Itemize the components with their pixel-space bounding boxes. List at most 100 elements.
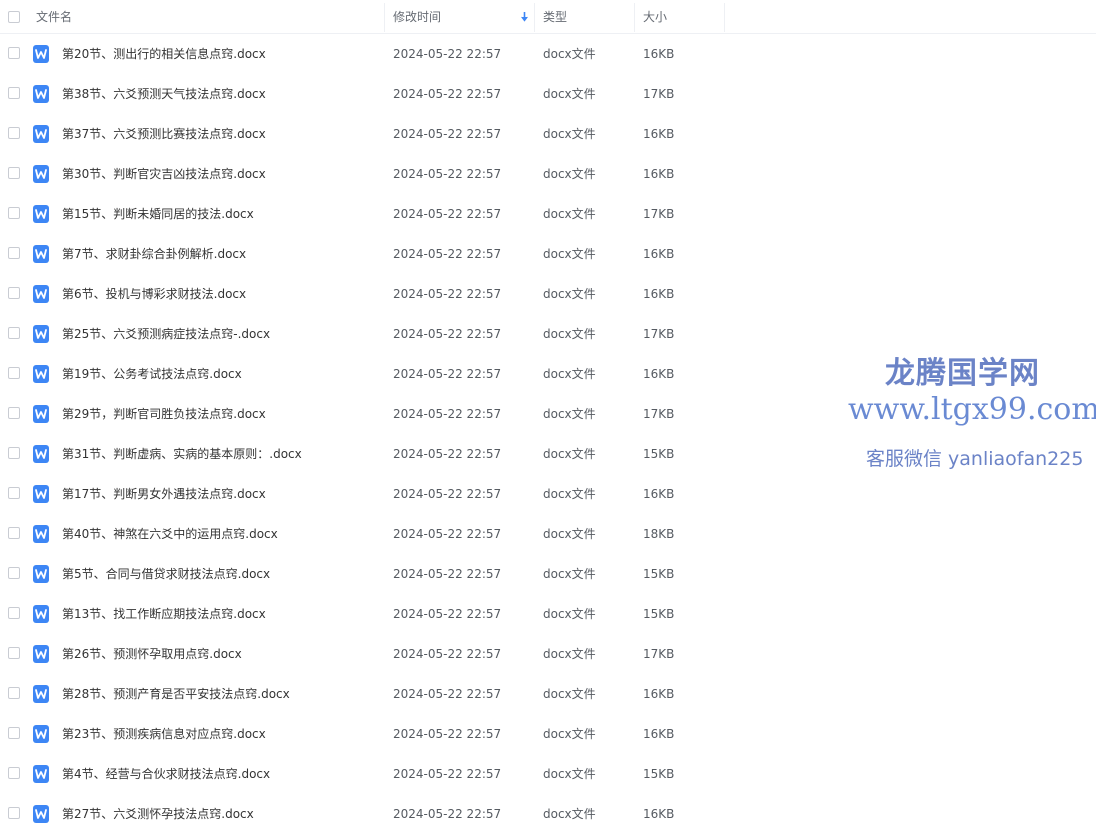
file-size: 18KB: [643, 527, 675, 541]
column-header-name[interactable]: 文件名: [36, 3, 385, 32]
file-name[interactable]: 第26节、预测怀孕取用点窍.docx: [62, 634, 242, 674]
file-name[interactable]: 第17节、判断男女外遇技法点窍.docx: [62, 474, 266, 514]
file-name[interactable]: 第19节、公务考试技法点窍.docx: [62, 354, 242, 394]
row-checkbox[interactable]: [8, 87, 20, 99]
file-size: 16KB: [643, 487, 675, 501]
file-name[interactable]: 第13节、找工作断应期技法点窍.docx: [62, 594, 266, 634]
word-doc-icon: [33, 125, 49, 143]
file-size: 15KB: [643, 767, 675, 781]
file-name[interactable]: 第6节、投机与博彩求财技法.docx: [62, 274, 246, 314]
row-checkbox[interactable]: [8, 127, 20, 139]
file-row[interactable]: 第17节、判断男女外遇技法点窍.docx 2024-05-22 22:57 docx…: [0, 474, 1096, 514]
row-checkbox[interactable]: [8, 287, 20, 299]
word-doc-icon: [33, 45, 49, 63]
file-type: docx文件: [543, 647, 596, 661]
row-checkbox[interactable]: [8, 407, 20, 419]
row-checkbox[interactable]: [8, 367, 20, 379]
row-checkbox[interactable]: [8, 527, 20, 539]
file-type: docx文件: [543, 327, 596, 341]
file-list: 第20节、测出行的相关信息点窍.docx 2024-05-22 22:57 docx…: [0, 34, 1096, 834]
file-size: 16KB: [643, 247, 675, 261]
file-size: 15KB: [643, 607, 675, 621]
file-name[interactable]: 第37节、六爻预测比赛技法点窍.docx: [62, 114, 266, 154]
file-type: docx文件: [543, 407, 596, 421]
file-name[interactable]: 第27节、六爻测怀孕技法点窍.docx: [62, 794, 254, 834]
file-name[interactable]: 第15节、判断未婚同居的技法.docx: [62, 194, 254, 234]
word-doc-icon: [33, 245, 49, 263]
file-modified-time: 2024-05-22 22:57: [393, 527, 502, 541]
file-size: 16KB: [643, 167, 675, 181]
file-name[interactable]: 第38节、六爻预测天气技法点窍.docx: [62, 74, 266, 114]
file-row[interactable]: 第28节、预测产育是否平安技法点窍.docx 2024-05-22 22:57 do…: [0, 674, 1096, 714]
file-modified-time: 2024-05-22 22:57: [393, 447, 502, 461]
row-checkbox[interactable]: [8, 207, 20, 219]
file-name[interactable]: 第23节、预测疾病信息对应点窍.docx: [62, 714, 266, 754]
row-checkbox[interactable]: [8, 607, 20, 619]
file-name[interactable]: 第20节、测出行的相关信息点窍.docx: [62, 34, 266, 74]
file-type: docx文件: [543, 47, 596, 61]
arrow-down-icon[interactable]: [521, 12, 528, 22]
row-checkbox[interactable]: [8, 247, 20, 259]
file-row[interactable]: 第23节、预测疾病信息对应点窍.docx 2024-05-22 22:57 docx…: [0, 714, 1096, 754]
file-row[interactable]: 第6节、投机与博彩求财技法.docx 2024-05-22 22:57 docx文件…: [0, 274, 1096, 314]
file-modified-time: 2024-05-22 22:57: [393, 287, 502, 301]
row-checkbox[interactable]: [8, 687, 20, 699]
file-name[interactable]: 第31节、判断虚病、实病的基本原则：.docx: [62, 434, 302, 474]
file-row[interactable]: 第4节、经营与合伙求财技法点窍.docx 2024-05-22 22:57 docx…: [0, 754, 1096, 794]
file-row[interactable]: 第27节、六爻测怀孕技法点窍.docx 2024-05-22 22:57 docx文…: [0, 794, 1096, 834]
file-size: 17KB: [643, 647, 675, 661]
file-row[interactable]: 第38节、六爻预测天气技法点窍.docx 2024-05-22 22:57 docx…: [0, 74, 1096, 114]
file-modified-time: 2024-05-22 22:57: [393, 567, 502, 581]
row-checkbox[interactable]: [8, 447, 20, 459]
file-row[interactable]: 第20节、测出行的相关信息点窍.docx 2024-05-22 22:57 docx…: [0, 34, 1096, 74]
file-row[interactable]: 第40节、神煞在六爻中的运用点窍.docx 2024-05-22 22:57 doc…: [0, 514, 1096, 554]
file-name[interactable]: 第30节、判断官灾吉凶技法点窍.docx: [62, 154, 266, 194]
file-modified-time: 2024-05-22 22:57: [393, 207, 502, 221]
row-checkbox[interactable]: [8, 807, 20, 819]
file-type: docx文件: [543, 167, 596, 181]
file-type: docx文件: [543, 487, 596, 501]
file-row[interactable]: 第30节、判断官灾吉凶技法点窍.docx 2024-05-22 22:57 docx…: [0, 154, 1096, 194]
file-name[interactable]: 第25节、六爻预测病症技法点窍-.docx: [62, 314, 270, 354]
file-modified-time: 2024-05-22 22:57: [393, 127, 502, 141]
word-doc-icon: [33, 565, 49, 583]
file-row[interactable]: 第26节、预测怀孕取用点窍.docx 2024-05-22 22:57 docx文件…: [0, 634, 1096, 674]
file-row[interactable]: 第37节、六爻预测比赛技法点窍.docx 2024-05-22 22:57 docx…: [0, 114, 1096, 154]
row-checkbox[interactable]: [8, 647, 20, 659]
file-name[interactable]: 第4节、经营与合伙求财技法点窍.docx: [62, 754, 270, 794]
row-checkbox[interactable]: [8, 327, 20, 339]
file-row[interactable]: 第13节、找工作断应期技法点窍.docx 2024-05-22 22:57 docx…: [0, 594, 1096, 634]
column-header-size[interactable]: 大小: [635, 3, 725, 32]
file-row[interactable]: 第5节、合同与借贷求财技法点窍.docx 2024-05-22 22:57 docx…: [0, 554, 1096, 594]
file-row[interactable]: 第15节、判断未婚同居的技法.docx 2024-05-22 22:57 docx文…: [0, 194, 1096, 234]
file-name[interactable]: 第40节、神煞在六爻中的运用点窍.docx: [62, 514, 278, 554]
row-checkbox[interactable]: [8, 167, 20, 179]
file-size: 17KB: [643, 407, 675, 421]
word-doc-icon: [33, 725, 49, 743]
row-checkbox[interactable]: [8, 47, 20, 59]
file-size: 15KB: [643, 567, 675, 581]
file-row[interactable]: 第7节、求财卦综合卦例解析.docx 2024-05-22 22:57 docx文件…: [0, 234, 1096, 274]
file-name[interactable]: 第29节，判断官司胜负技法点窍.docx: [62, 394, 266, 434]
file-size: 16KB: [643, 727, 675, 741]
file-modified-time: 2024-05-22 22:57: [393, 327, 502, 341]
word-doc-icon: [33, 85, 49, 103]
file-name[interactable]: 第28节、预测产育是否平安技法点窍.docx: [62, 674, 290, 714]
row-checkbox[interactable]: [8, 727, 20, 739]
file-size: 17KB: [643, 87, 675, 101]
file-type: docx文件: [543, 287, 596, 301]
file-modified-time: 2024-05-22 22:57: [393, 607, 502, 621]
column-header-type[interactable]: 类型: [535, 3, 635, 32]
file-name[interactable]: 第7节、求财卦综合卦例解析.docx: [62, 234, 246, 274]
file-type: docx文件: [543, 247, 596, 261]
row-checkbox[interactable]: [8, 487, 20, 499]
row-checkbox[interactable]: [8, 767, 20, 779]
file-modified-time: 2024-05-22 22:57: [393, 767, 502, 781]
column-header-time[interactable]: 修改时间: [385, 3, 535, 32]
select-all-checkbox[interactable]: [8, 11, 20, 23]
word-doc-icon: [33, 525, 49, 543]
word-doc-icon: [33, 285, 49, 303]
file-name[interactable]: 第5节、合同与借贷求财技法点窍.docx: [62, 554, 270, 594]
row-checkbox[interactable]: [8, 567, 20, 579]
file-modified-time: 2024-05-22 22:57: [393, 647, 502, 661]
